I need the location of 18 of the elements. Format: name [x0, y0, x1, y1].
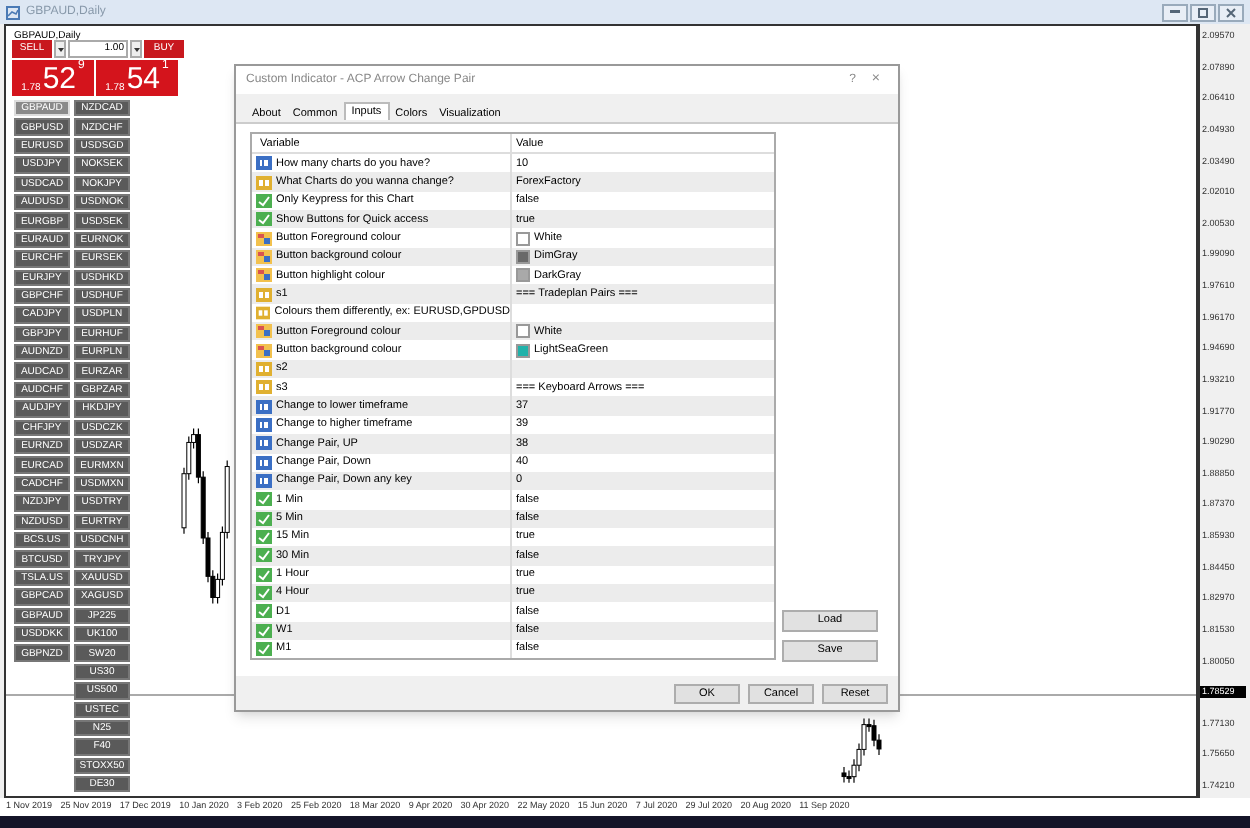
- minimize-icon: [1170, 10, 1180, 14]
- lot-increase-button[interactable]: [130, 40, 142, 58]
- close-icon: [1226, 7, 1236, 17]
- close-button[interactable]: [1218, 3, 1244, 21]
- lot-decrease-button[interactable]: [54, 40, 66, 58]
- restore-icon: [1198, 7, 1208, 17]
- palette-icon: [256, 249, 272, 264]
- caret-icon: [133, 47, 139, 51]
- price-pips: 52: [42, 64, 77, 96]
- palette-icon: [256, 268, 272, 283]
- palette-icon: [256, 343, 272, 358]
- maximize-button[interactable]: [1190, 3, 1216, 21]
- chart-window-icon: [6, 5, 20, 19]
- price-pips: 54: [126, 64, 161, 96]
- caret-icon: [57, 47, 63, 51]
- palette-icon: [256, 324, 272, 339]
- palette-icon: [256, 231, 272, 246]
- minimize-button[interactable]: [1162, 3, 1188, 21]
